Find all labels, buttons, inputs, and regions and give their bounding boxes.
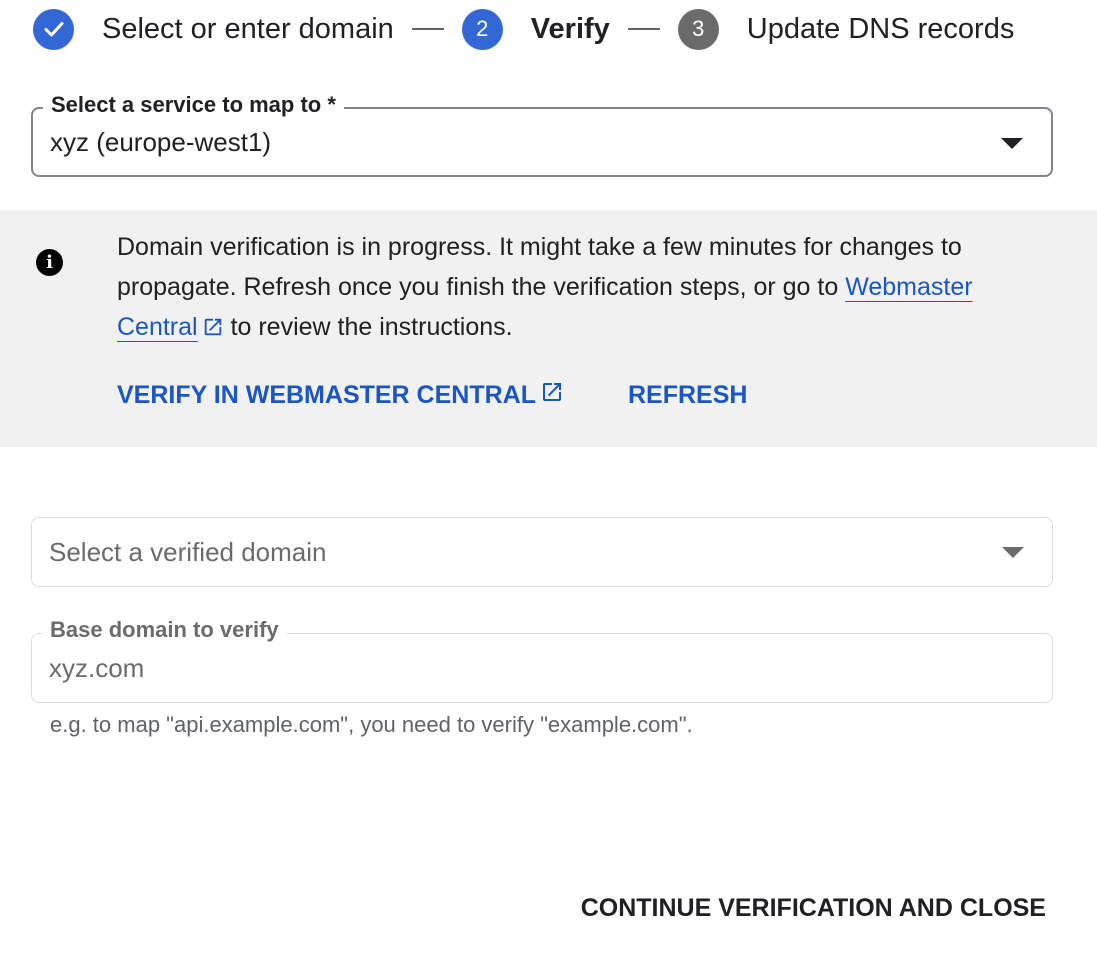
banner-actions: VERIFY IN WEBMASTER CENTRAL REFRESH — [117, 380, 747, 411]
dropdown-arrow-icon[interactable] — [1001, 138, 1023, 149]
base-domain-hint: e.g. to map "api.example.com", you need … — [50, 712, 693, 737]
verify-in-webmaster-central-button[interactable]: VERIFY IN WEBMASTER CENTRAL — [117, 380, 564, 411]
stepper: Select or enter domain 2 Verify 3 Update… — [33, 0, 1014, 58]
service-select[interactable]: Select a service to map to * xyz (europe… — [31, 92, 1053, 177]
step-label: Update DNS records — [746, 12, 1015, 45]
base-domain-label: Base domain to verify — [42, 617, 287, 643]
refresh-button[interactable]: REFRESH — [628, 381, 747, 410]
step-number: 3 — [677, 8, 719, 50]
verification-banner: i Domain verification is in progress. It… — [0, 210, 1097, 447]
service-select-value: xyz (europe-west1) — [50, 127, 272, 157]
external-link-icon[interactable] — [202, 310, 224, 350]
refresh-button-label: REFRESH — [628, 381, 748, 409]
service-select-label: Select a service to map to * — [43, 92, 344, 118]
step-connector — [411, 28, 444, 30]
step-label: Verify — [530, 12, 610, 45]
info-icon: i — [36, 249, 63, 276]
banner-text-after: to review the instructions. — [223, 313, 513, 341]
step-number: 2 — [461, 8, 503, 50]
base-domain-field[interactable]: Base domain to verify xyz.com — [31, 617, 1053, 703]
verify-button-label: VERIFY IN WEBMASTER CENTRAL — [117, 381, 536, 409]
step-connector — [627, 28, 660, 30]
step-verify[interactable]: 2 Verify — [461, 8, 610, 50]
dropdown-arrow-icon[interactable] — [1002, 547, 1024, 558]
step-select-domain[interactable]: Select or enter domain — [33, 8, 394, 50]
check-icon — [33, 8, 74, 50]
continue-verification-button[interactable]: CONTINUE VERIFICATION AND CLOSE — [581, 894, 1046, 923]
banner-message: Domain verification is in progress. It m… — [117, 227, 1017, 350]
base-domain-value[interactable]: xyz.com — [49, 651, 144, 685]
verified-domain-placeholder: Select a verified domain — [49, 537, 327, 567]
step-label: Select or enter domain — [102, 12, 394, 45]
external-link-icon — [540, 380, 564, 411]
step-update-dns[interactable]: 3 Update DNS records — [677, 8, 1015, 50]
banner-text-before: Domain verification is in progress. It m… — [117, 233, 962, 301]
verified-domain-select[interactable]: Select a verified domain — [31, 517, 1053, 587]
